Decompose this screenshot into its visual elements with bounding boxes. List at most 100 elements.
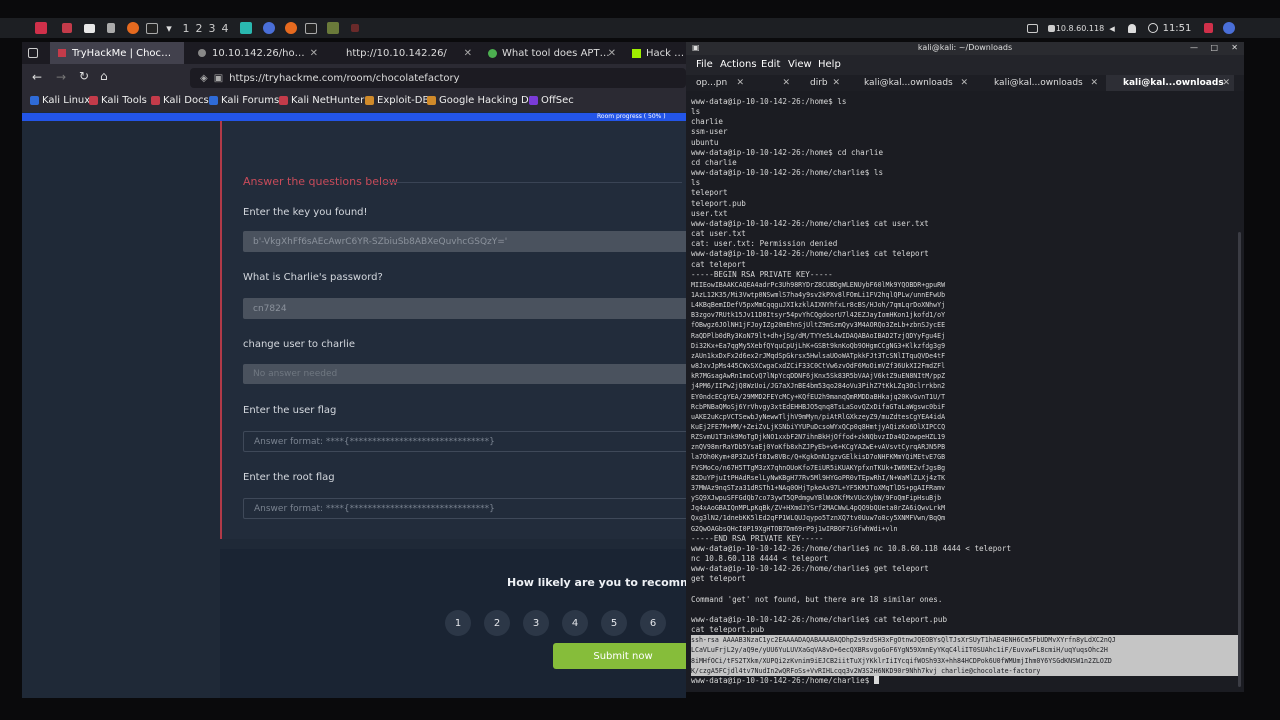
browser-tab[interactable]: http://10.10.142.26/ ✕ — [328, 42, 478, 64]
reload-icon[interactable]: ↻ — [79, 69, 89, 83]
close-tab-icon[interactable]: ✕ — [464, 48, 472, 59]
terminal-tab-label: dirb — [810, 78, 828, 88]
workspace-1[interactable]: 1 — [180, 20, 192, 36]
terminal-window-icon[interactable] — [304, 20, 318, 36]
browser-tab[interactable]: 10.10.142.26/home.php ✕ — [188, 42, 324, 64]
bookmark-label: Google Hacking DB — [439, 95, 536, 106]
app-icon-red[interactable] — [60, 20, 74, 36]
tab-overview-icon[interactable] — [22, 42, 44, 64]
back-arrow-icon[interactable]: ← — [32, 70, 42, 84]
chevron-down-icon[interactable]: ▾ — [163, 20, 175, 36]
rating-option[interactable]: 5 — [601, 610, 627, 636]
rating-option[interactable]: 1 — [445, 610, 471, 636]
firefox-icon[interactable] — [126, 20, 140, 36]
key-answer-field[interactable]: b'-VkgXhFf6sAEcAwrC6YR-SZbiuSb8ABXeQuvhc… — [243, 231, 686, 252]
power-icon[interactable] — [1222, 20, 1236, 36]
password-answer-field[interactable]: cn7824 — [243, 298, 686, 319]
menu-file[interactable]: File — [696, 59, 713, 70]
bookmark-kali-nethunter[interactable]: Kali NetHunter — [279, 95, 364, 106]
google-favicon-icon — [488, 48, 497, 58]
browser-tab[interactable]: What tool does APT 41 u ✕ — [482, 42, 622, 64]
terminal-tab[interactable]: kali@kal...ownloads ✕ — [976, 75, 1102, 91]
notification-bell-icon[interactable] — [1126, 20, 1138, 36]
menu-edit[interactable]: Edit — [761, 59, 780, 70]
terminal-tab-active[interactable]: kali@kal...ownloads ✕ — [1106, 75, 1234, 91]
terminal-scrollbar[interactable] — [1238, 232, 1241, 687]
survey-question: How likely are you to recommend this — [507, 576, 686, 589]
terminal-tab[interactable]: kali@kal...ownloads ✕ — [846, 75, 972, 91]
bookmark-offsec[interactable]: OffSec — [529, 95, 574, 106]
shield-icon[interactable]: ◈ — [200, 73, 208, 84]
app-icon-dark-red[interactable] — [348, 20, 362, 36]
file-manager-icon[interactable] — [82, 20, 96, 36]
screen-icon[interactable] — [1025, 20, 1039, 36]
close-tab-icon[interactable]: ✕ — [1222, 78, 1230, 88]
workspace-2[interactable]: 2 — [193, 20, 205, 36]
bookmark-google-hacking-db[interactable]: Google Hacking DB — [427, 95, 536, 106]
close-tab-icon[interactable]: ✕ — [960, 78, 968, 88]
terminal-tab[interactable]: dirb ✕ — [796, 75, 844, 91]
terminal-output[interactable]: www-data@ip-10-10-142-26:/home$ ls ls char… — [691, 97, 1239, 687]
lock-icon[interactable] — [1201, 20, 1215, 36]
terminal-line: -----BEGIN RSA PRIVATE KEY----- — [691, 269, 833, 279]
bookmark-exploit-db[interactable]: Exploit-DB — [365, 95, 429, 106]
user-flag-input[interactable]: Answer format: ****{********************… — [243, 431, 686, 452]
close-tab-icon[interactable]: ✕ — [608, 48, 616, 59]
submit-button[interactable]: Submit now — [553, 643, 686, 669]
home-icon[interactable]: ⌂ — [100, 69, 108, 83]
rating-option[interactable]: 3 — [523, 610, 549, 636]
feedback-survey: How likely are you to recommend this 1 2… — [220, 549, 686, 698]
app-icon-blue[interactable] — [262, 20, 276, 36]
maximize-icon[interactable]: □ — [1210, 43, 1218, 52]
bookmark-kali-forums[interactable]: Kali Forums — [209, 95, 279, 106]
bookmark-kali-tools[interactable]: Kali Tools — [89, 95, 147, 106]
rating-option[interactable]: 2 — [484, 610, 510, 636]
bookmark-kali-docs[interactable]: Kali Docs — [151, 95, 209, 106]
terminal-icon[interactable] — [145, 20, 159, 36]
close-tab-icon[interactable]: ✕ — [832, 78, 840, 88]
workspace-4[interactable]: 4 — [219, 20, 231, 36]
question-label: change user to charlie — [243, 339, 355, 350]
terminal-line: www-data@ip-10-10-142-26:/home/charlie$ … — [691, 249, 929, 259]
workspace-3[interactable]: 3 — [206, 20, 218, 36]
questions-card: Answer the questions below Enter the key… — [220, 121, 686, 539]
bookmark-kali-linux[interactable]: Kali Linux — [30, 95, 90, 106]
firefox-window-icon[interactable] — [284, 20, 298, 36]
forward-arrow-icon[interactable]: → — [56, 70, 66, 84]
close-tab-icon[interactable]: ✕ — [736, 78, 744, 88]
nethunter-icon — [279, 96, 288, 105]
terminal-tab[interactable]: ✕ — [750, 75, 794, 91]
volume-icon[interactable]: ◂ — [1106, 20, 1118, 36]
root-flag-input[interactable]: Answer format: ****{********************… — [243, 498, 686, 519]
url-text[interactable]: https://tryhackme.com/room/chocolatefact… — [229, 73, 459, 84]
terminal-line: Qxg3lN2/1dnebKK5lEd2qFP1WLQUJqypo5TznXQ7… — [691, 514, 946, 523]
terminal-cursor — [873, 675, 879, 684]
browser-tab[interactable]: Hack The — [626, 42, 686, 64]
rating-option[interactable]: 4 — [562, 610, 588, 636]
tab-label: 10.10.142.26/home.php — [212, 47, 312, 59]
browser-tab[interactable]: TryHackMe | Chocolate F — [50, 42, 184, 64]
app-icon-teal[interactable] — [239, 20, 253, 36]
close-tab-icon[interactable]: ✕ — [782, 78, 790, 88]
terminal-line: user.txt — [691, 208, 728, 218]
menu-actions[interactable]: Actions — [720, 59, 757, 70]
close-tab-icon[interactable]: ✕ — [310, 48, 318, 59]
kali-docs-icon — [151, 96, 160, 105]
lock-icon[interactable]: ▣ — [214, 73, 223, 84]
terminal-tab-label: kali@kal...ownloads — [864, 78, 953, 88]
terminal-line: la7Oh0Kym+8P3Zu5fI0Iw8VBc/Q+KgkDnNJgzvGE… — [691, 453, 946, 462]
terminal-tab[interactable]: op...pn ✕ — [690, 75, 748, 91]
close-tab-icon[interactable]: ✕ — [1090, 78, 1098, 88]
minimize-icon[interactable]: — — [1190, 43, 1198, 52]
menu-help[interactable]: Help — [818, 59, 841, 70]
url-bar[interactable]: ◈ ▣ https://tryhackme.com/room/chocolate… — [190, 68, 686, 88]
rating-option[interactable]: 6 — [640, 610, 666, 636]
question-label: Enter the user flag — [243, 405, 337, 416]
menu-view[interactable]: View — [788, 59, 812, 70]
text-editor-icon[interactable] — [104, 20, 118, 36]
app-icon-olive[interactable] — [326, 20, 340, 36]
terminal-line: znQV98mrRaYDb5YsaEj0YoKfb8xhZJPyEb+v6+KC… — [691, 443, 946, 452]
kali-menu-icon[interactable] — [32, 20, 50, 36]
close-icon[interactable]: ✕ — [1231, 43, 1238, 52]
